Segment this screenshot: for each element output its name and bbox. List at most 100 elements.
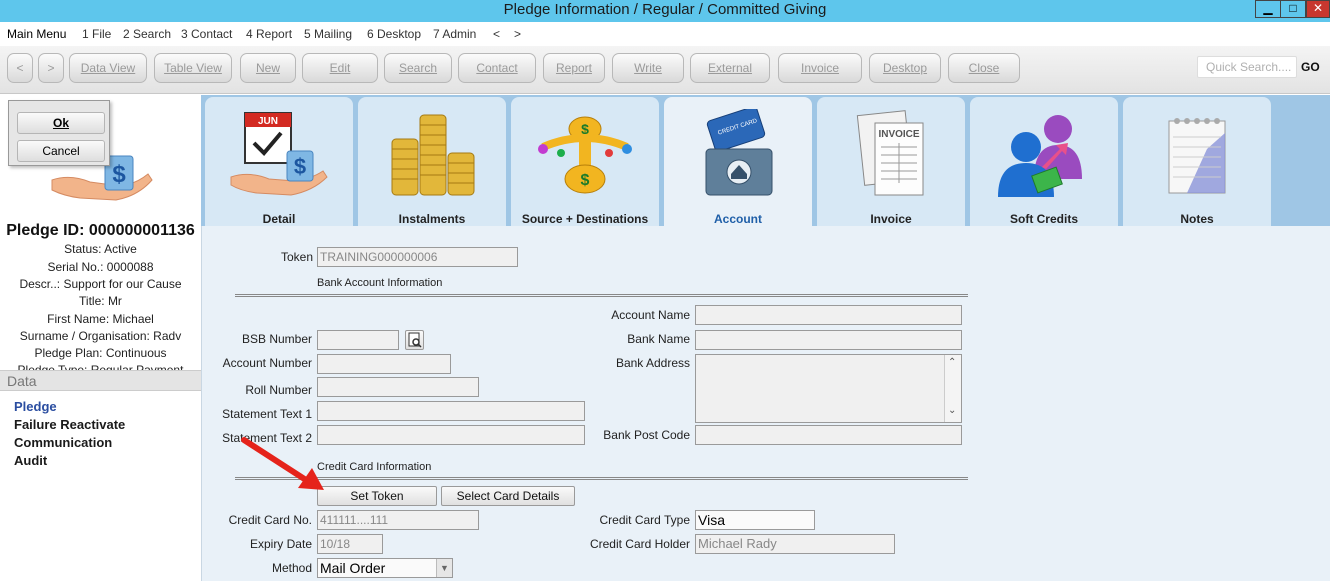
credit-card-safe-icon: CREDIT CARD bbox=[705, 109, 773, 196]
roll-number-label: Roll Number bbox=[245, 383, 312, 397]
tab-notes[interactable]: Notes bbox=[1123, 97, 1271, 226]
bank-post-code-field[interactable] bbox=[695, 425, 962, 445]
menu-desktop[interactable]: 6 Desktop bbox=[367, 22, 421, 46]
tab-detail[interactable]: JUN $ Detail bbox=[205, 97, 353, 226]
token-label: Token bbox=[280, 250, 313, 264]
tab-label-detail: Detail bbox=[262, 212, 296, 226]
menu-back[interactable]: < bbox=[493, 22, 500, 46]
credit-card-holder-label: Credit Card Holder bbox=[589, 537, 690, 551]
bsb-field[interactable] bbox=[317, 330, 399, 350]
tab-label-soft-credits: Soft Credits bbox=[1009, 212, 1078, 226]
data-link-communication[interactable]: Communication bbox=[14, 435, 112, 450]
credit-card-type-field[interactable]: Visa bbox=[695, 510, 815, 530]
statement-text-1-label: Statement Text 1 bbox=[222, 407, 312, 421]
menu-main[interactable]: Main Menu bbox=[7, 22, 66, 46]
bank-post-code-label: Bank Post Code bbox=[603, 428, 690, 442]
pledge-first-name: First Name: Michael bbox=[47, 312, 154, 326]
statement-text-1-field[interactable] bbox=[317, 401, 585, 421]
tab-label-invoice: Invoice bbox=[870, 212, 912, 226]
method-select[interactable]: Mail Order ▼ bbox=[317, 558, 453, 578]
method-label: Method bbox=[271, 561, 312, 575]
minimize-button[interactable]: ▁ bbox=[1255, 0, 1281, 18]
menu-search[interactable]: 2 Search bbox=[123, 22, 171, 46]
bank-name-label: Bank Name bbox=[627, 332, 690, 346]
scroll-down-icon[interactable]: ⌄ bbox=[948, 405, 956, 416]
method-select-value: Mail Order bbox=[320, 560, 386, 576]
data-view-button[interactable]: Data View bbox=[69, 53, 147, 83]
credit-card-number-field[interactable]: 411111....111 bbox=[317, 510, 479, 530]
bank-address-label: Bank Address bbox=[615, 356, 690, 370]
write-button[interactable]: Write bbox=[612, 53, 684, 83]
next-record-button[interactable]: > bbox=[38, 53, 64, 83]
invoice-label-text: INVOICE bbox=[878, 129, 919, 140]
tab-label-account: Account bbox=[714, 212, 762, 226]
menu-file[interactable]: 1 File bbox=[82, 22, 111, 46]
tab-label-source-destinations: Source + Destinations bbox=[521, 212, 649, 226]
contact-button[interactable]: Contact bbox=[458, 53, 536, 83]
search-button[interactable]: Search bbox=[384, 53, 452, 83]
data-link-failure-reactivate[interactable]: Failure Reactivate bbox=[14, 417, 125, 432]
go-button[interactable]: GO bbox=[1301, 60, 1320, 74]
coin-stacks-icon bbox=[391, 114, 475, 196]
tab-strip: JUN $ Detail Instalments $ $ Source + De… bbox=[201, 95, 1330, 226]
menu-admin[interactable]: 7 Admin bbox=[433, 22, 476, 46]
chevron-down-icon[interactable]: ▼ bbox=[436, 559, 452, 577]
edit-button[interactable]: Edit bbox=[302, 53, 378, 83]
set-token-button[interactable]: Set Token bbox=[317, 486, 437, 506]
bank-address-scrollbar[interactable]: ⌃ ⌄ bbox=[944, 355, 961, 422]
account-number-field[interactable] bbox=[317, 354, 451, 374]
ok-cancel-dialog: Ok Cancel bbox=[8, 100, 110, 166]
credit-card-number-label: Credit Card No. bbox=[228, 513, 312, 527]
credit-card-type-label: Credit Card Type bbox=[599, 513, 691, 527]
title-bar: Pledge Information / Regular / Committed… bbox=[0, 0, 1330, 22]
document-search-icon bbox=[408, 332, 422, 348]
table-view-button[interactable]: Table View bbox=[154, 53, 232, 83]
window-title: Pledge Information / Regular / Committed… bbox=[503, 1, 827, 18]
maximize-button[interactable]: □ bbox=[1280, 0, 1306, 18]
bank-name-field[interactable] bbox=[695, 330, 962, 350]
roll-number-field[interactable] bbox=[317, 377, 479, 397]
tab-source-destinations[interactable]: $ $ Source + Destinations bbox=[511, 97, 659, 226]
bank-address-field[interactable] bbox=[695, 354, 962, 423]
tab-account[interactable]: CREDIT CARD Account bbox=[664, 97, 812, 226]
tab-instalments[interactable]: Instalments bbox=[358, 97, 506, 226]
external-button[interactable]: External bbox=[690, 53, 770, 83]
tab-label-instalments: Instalments bbox=[398, 212, 466, 226]
menu-mailing[interactable]: 5 Mailing bbox=[304, 22, 352, 46]
scroll-up-icon[interactable]: ⌃ bbox=[948, 357, 956, 368]
account-name-field[interactable] bbox=[695, 305, 962, 325]
select-card-details-button[interactable]: Select Card Details bbox=[441, 486, 575, 506]
cancel-button[interactable]: Cancel bbox=[17, 140, 105, 162]
menu-forward[interactable]: > bbox=[514, 22, 521, 46]
credit-card-section-divider bbox=[235, 477, 968, 480]
data-link-audit[interactable]: Audit bbox=[14, 453, 47, 468]
invoice-documents-icon: INVOICE bbox=[856, 110, 924, 196]
ok-button[interactable]: Ok bbox=[17, 112, 105, 134]
credit-card-holder-field[interactable]: Michael Rady bbox=[695, 534, 895, 554]
account-name-label: Account Name bbox=[611, 308, 690, 322]
desktop-button[interactable]: Desktop bbox=[869, 53, 941, 83]
quick-search-input[interactable]: Quick Search.... bbox=[1197, 56, 1297, 78]
left-panel: $ Ok Cancel Pledge ID: 000000001136 Stat… bbox=[0, 95, 201, 581]
new-button[interactable]: New bbox=[240, 53, 296, 83]
tab-invoice[interactable]: INVOICE Invoice bbox=[817, 97, 965, 226]
svg-text:$: $ bbox=[581, 172, 590, 189]
bsb-lookup-button[interactable] bbox=[405, 330, 424, 350]
pledge-surname: Surname / Organisation: Radv bbox=[19, 329, 182, 343]
pledge-serial: Serial No.: 0000088 bbox=[47, 260, 154, 274]
close-button[interactable]: Close bbox=[948, 53, 1020, 83]
expiry-date-field[interactable]: 10/18 bbox=[317, 534, 383, 554]
tab-soft-credits[interactable]: Soft Credits bbox=[970, 97, 1118, 226]
token-field[interactable]: TRAINING000000006 bbox=[317, 247, 518, 267]
menu-report[interactable]: 4 Report bbox=[246, 22, 292, 46]
expiry-date-label: Expiry Date bbox=[249, 537, 312, 551]
menu-contact[interactable]: 3 Contact bbox=[181, 22, 232, 46]
statement-text-2-field[interactable] bbox=[317, 425, 585, 445]
data-link-pledge[interactable]: Pledge bbox=[14, 399, 57, 414]
close-window-button[interactable]: ✕ bbox=[1306, 0, 1330, 18]
menu-bar: Main Menu 1 File 2 Search 3 Contact 4 Re… bbox=[0, 22, 1330, 46]
prev-record-button[interactable]: < bbox=[7, 53, 33, 83]
invoice-button[interactable]: Invoice bbox=[778, 53, 862, 83]
report-button[interactable]: Report bbox=[543, 53, 605, 83]
account-content-panel: Token TRAINING000000006 Bank Account Inf… bbox=[201, 226, 1330, 581]
